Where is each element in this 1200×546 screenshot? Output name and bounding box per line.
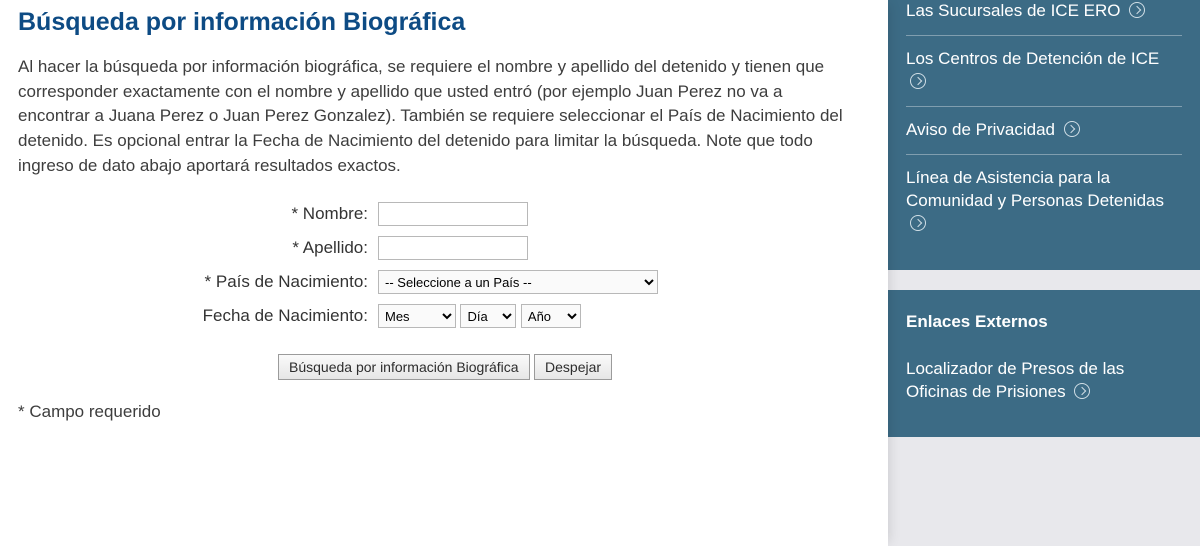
sidebar-group-resources: Las Sucursales de ICE ERO Los Centros de…: [888, 0, 1200, 270]
first-name-input[interactable]: [378, 202, 528, 226]
sidebar-link-privacy[interactable]: Aviso de Privacidad: [906, 106, 1182, 154]
last-name-input[interactable]: [378, 236, 528, 260]
sidebar-link-label: Localizador de Presos de las Oficinas de…: [906, 359, 1124, 401]
arrow-right-icon: [910, 73, 926, 89]
page-title: Búsqueda por información Biográfica: [18, 8, 850, 37]
clear-button[interactable]: Despejar: [534, 354, 612, 380]
sidebar-link-detention-centers[interactable]: Los Centros de Detención de ICE: [906, 35, 1182, 106]
sidebar-link-bop-locator[interactable]: Localizador de Presos de las Oficinas de…: [906, 346, 1182, 416]
arrow-right-icon: [1074, 383, 1090, 399]
intro-text: Al hacer la búsqueda por información bio…: [18, 55, 850, 178]
arrow-right-icon: [1129, 2, 1145, 18]
required-note: * Campo requerido: [18, 402, 850, 422]
sidebar-group-external-title: Enlaces Externos: [906, 290, 1182, 346]
main-content: Búsqueda por información Biográfica Al h…: [0, 0, 888, 546]
first-name-label: * Nombre:: [18, 204, 378, 224]
sidebar-group-external: Enlaces Externos Localizador de Presos d…: [888, 290, 1200, 438]
last-name-label: * Apellido:: [18, 238, 378, 258]
arrow-right-icon: [1064, 121, 1080, 137]
dob-label: Fecha de Nacimiento:: [18, 306, 378, 326]
sidebar-link-assistance-line[interactable]: Línea de Asistencia para la Comunidad y …: [906, 154, 1182, 248]
dob-year-select[interactable]: Año: [521, 304, 581, 328]
sidebar-link-label: Los Centros de Detención de ICE: [906, 49, 1159, 68]
sidebar-link-ero-offices[interactable]: Las Sucursales de ICE ERO: [906, 0, 1182, 35]
sidebar-link-label: Aviso de Privacidad: [906, 120, 1055, 139]
biographic-search-form: * Nombre: * Apellido: * País de Nacimien…: [18, 202, 850, 422]
sidebar-link-label: Línea de Asistencia para la Comunidad y …: [906, 168, 1164, 210]
search-button[interactable]: Búsqueda por información Biográfica: [278, 354, 530, 380]
country-label: * País de Nacimiento:: [18, 272, 378, 292]
sidebar-link-label: Las Sucursales de ICE ERO: [906, 1, 1120, 20]
sidebar: Las Sucursales de ICE ERO Los Centros de…: [888, 0, 1200, 546]
country-select[interactable]: -- Seleccione a un País --: [378, 270, 658, 294]
dob-day-select[interactable]: Día: [460, 304, 516, 328]
dob-month-select[interactable]: Mes: [378, 304, 456, 328]
arrow-right-icon: [910, 215, 926, 231]
